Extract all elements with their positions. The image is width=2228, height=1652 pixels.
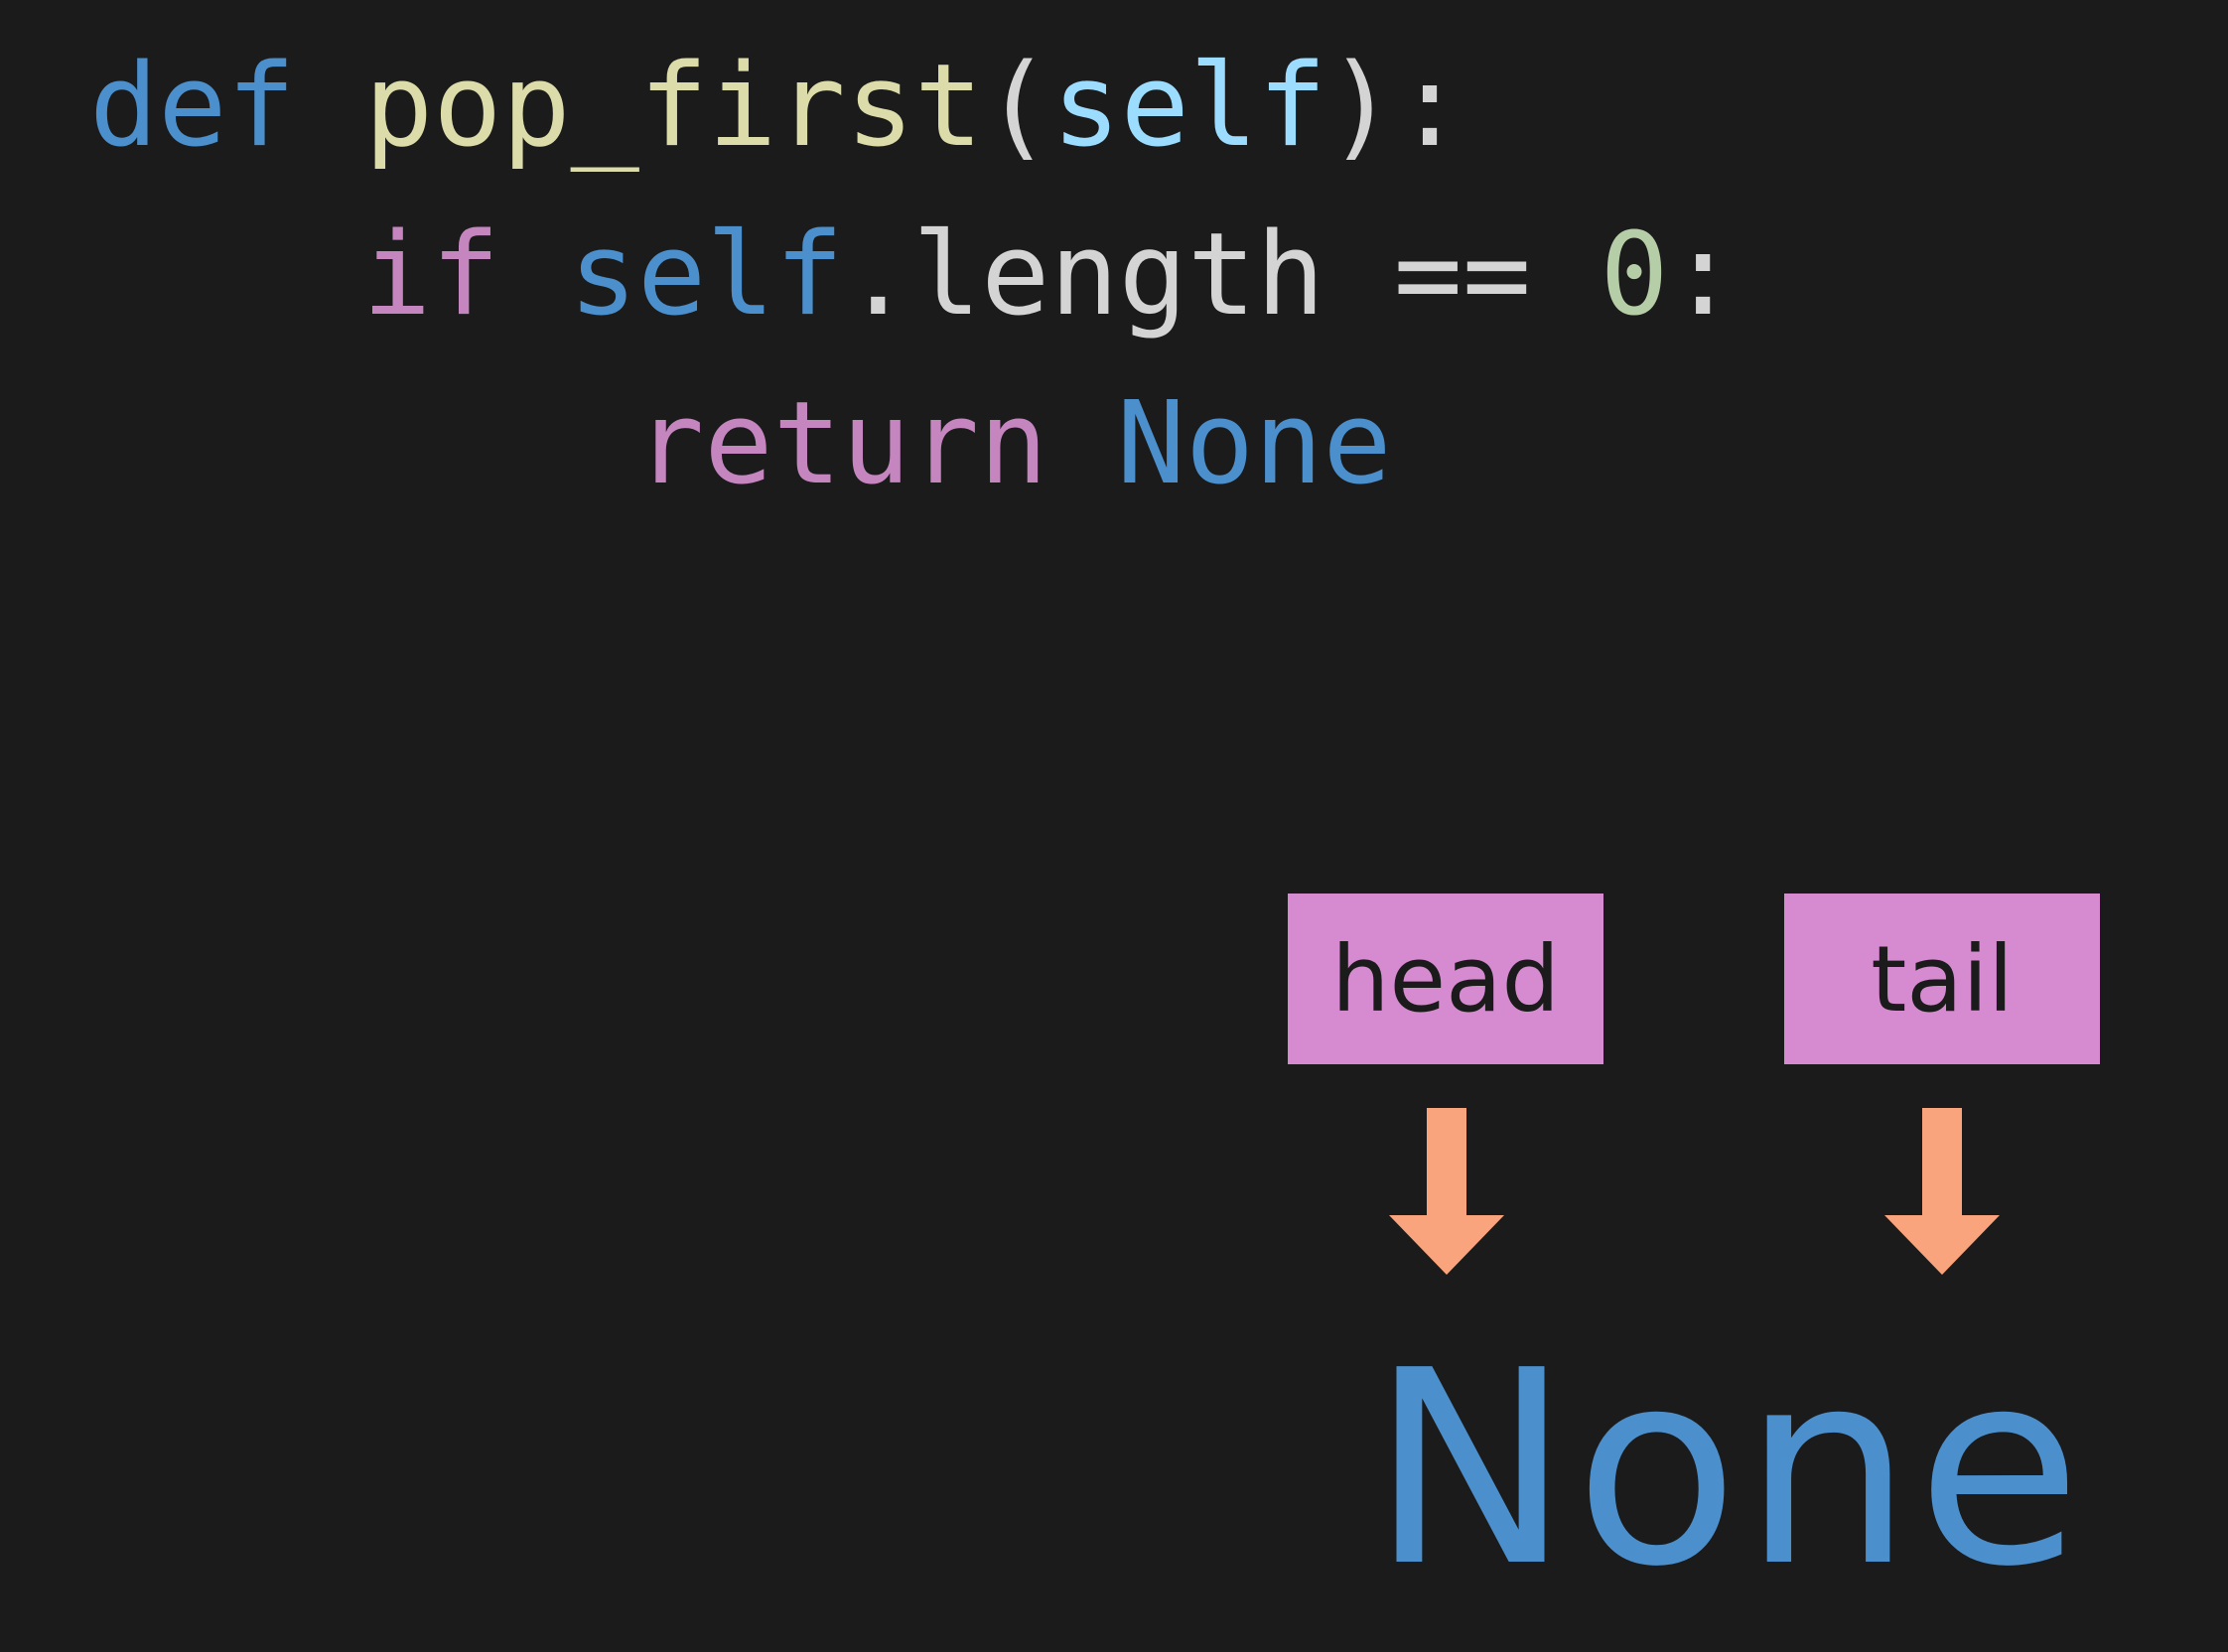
head-label: head bbox=[1331, 925, 1560, 1032]
equality-operator: == bbox=[1393, 208, 1532, 342]
length-attribute: .length bbox=[843, 208, 1325, 342]
keyword-if: if bbox=[362, 208, 500, 342]
self-reference: self bbox=[568, 208, 844, 342]
tail-down-arrow-icon bbox=[1884, 1108, 2000, 1275]
function-name: pop_first bbox=[363, 40, 984, 173]
keyword-return: return bbox=[635, 377, 1048, 510]
param-self: self bbox=[1051, 40, 1327, 173]
code-line-def: def pop_first(self): bbox=[89, 22, 1464, 191]
none-target-label: None bbox=[1370, 1312, 2086, 1625]
open-paren: ( bbox=[983, 40, 1052, 173]
head-down-arrow-icon bbox=[1389, 1108, 1504, 1275]
code-line-if: if self.length == 0: bbox=[362, 191, 1738, 359]
number-zero: 0 bbox=[1600, 208, 1669, 342]
keyword-def: def bbox=[89, 40, 296, 173]
code-block: def pop_first(self): if self.length == 0… bbox=[0, 0, 1738, 1013]
head-pointer-box: head bbox=[1288, 894, 1603, 1064]
tail-label: tail bbox=[1871, 925, 2014, 1032]
tail-pointer-box: tail bbox=[1784, 894, 2100, 1064]
none-keyword: None bbox=[1116, 377, 1392, 510]
code-line-return: return None bbox=[635, 359, 1392, 528]
close-paren-colon: ): bbox=[1326, 40, 1464, 173]
colon: : bbox=[1668, 208, 1738, 342]
